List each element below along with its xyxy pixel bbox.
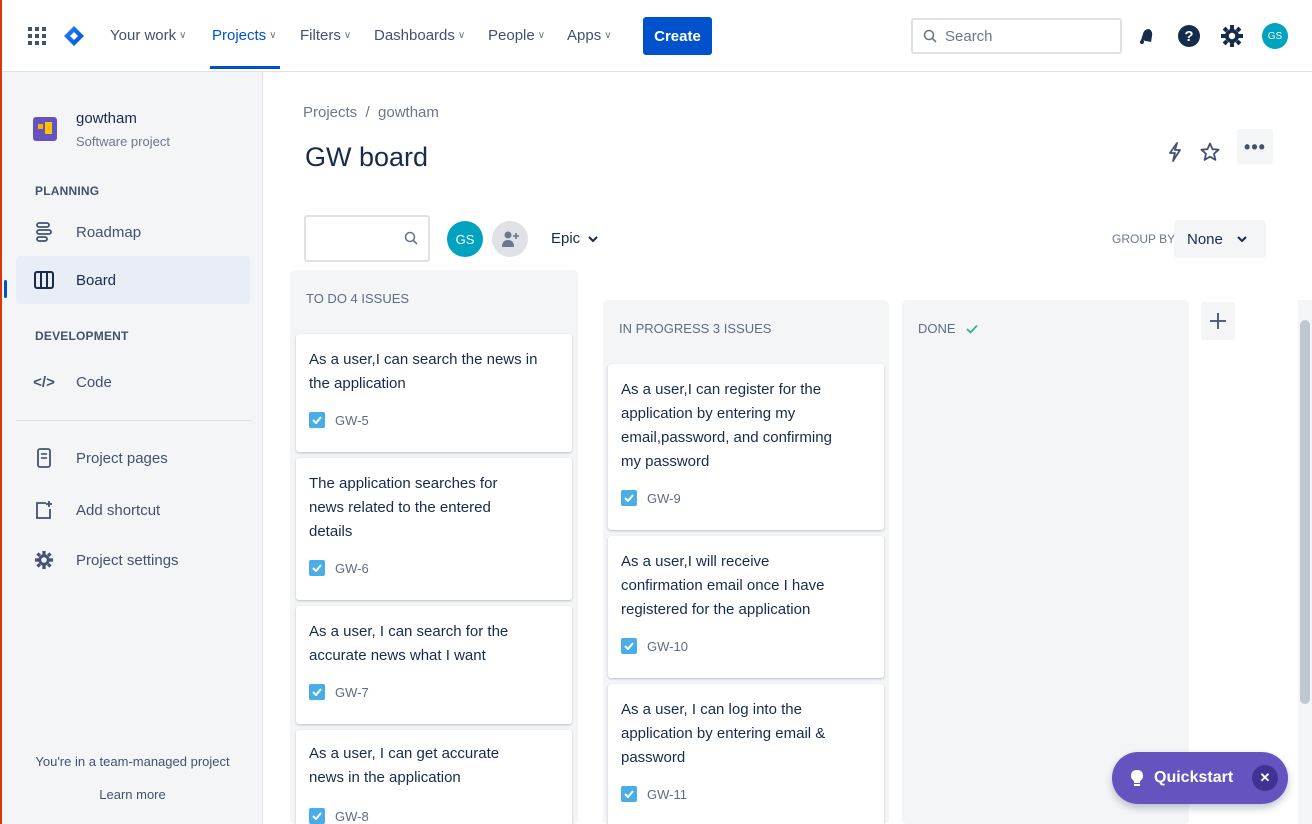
column-title-wrap: DONE [918,321,978,336]
vertical-scrollbar[interactable] [1298,300,1312,824]
chevron-down-icon [588,235,598,242]
story-checkbox-icon [309,684,325,700]
add-people-icon[interactable] [492,221,528,257]
nav-your-work[interactable]: Your work ∨ [110,27,186,44]
search-icon [923,29,937,43]
nav-dashboards[interactable]: Dashboards ∨ [374,27,465,44]
nav-apps[interactable]: Apps ∨ [567,27,612,44]
issue-key[interactable]: GW-9 [647,491,681,506]
project-avatar-icon [33,117,57,141]
create-button[interactable]: Create [643,17,712,55]
issue-key[interactable]: GW-11 [647,787,687,802]
sidebar: gowtham Software project PLANNING Roadma… [2,72,263,824]
roadmap-icon [34,222,54,242]
issue-key[interactable]: GW-5 [335,413,369,428]
issue-card[interactable]: As a user,I can search the news in the a… [296,334,572,452]
close-icon[interactable]: ✕ [1252,765,1278,791]
help-icon[interactable]: ? [1177,24,1201,48]
story-checkbox-icon [621,786,637,802]
add-shortcut-icon [34,500,54,520]
nav-active-indicator [210,66,280,69]
lightbulb-icon [1131,770,1143,786]
add-column-button[interactable] [1201,302,1235,340]
sidebar-divider [16,420,252,421]
chevron-down-icon: ∨ [179,30,187,41]
sidebar-item-board[interactable]: Board [16,256,250,304]
sidebar-item-project-settings[interactable]: Project settings [16,536,250,584]
user-avatar[interactable]: GS [1262,23,1288,49]
column-done: DONE [902,300,1189,824]
column-title: TO DO 4 ISSUES [306,291,410,306]
epic-filter-dropdown[interactable]: Epic [551,230,598,247]
sidebar-item-roadmap[interactable]: Roadmap [16,208,250,256]
group-by-select[interactable]: None [1174,220,1266,258]
issue-card[interactable]: The application searches for news relate… [296,458,572,600]
column-in-progress: IN PROGRESS 3 ISSUES As a user,I can reg… [603,300,889,824]
issue-card[interactable]: As a user,I can register for the applica… [608,364,884,530]
app-switcher-icon[interactable] [28,27,46,45]
issue-key[interactable]: GW-6 [335,561,369,576]
column-title: IN PROGRESS 3 ISSUES [619,321,772,336]
story-checkbox-icon [621,638,637,654]
chevron-down-icon: ∨ [457,30,466,41]
nav-projects[interactable]: Projects ∨ [212,27,277,44]
issue-card[interactable]: As a user, I can log into the applicatio… [608,684,884,824]
project-type: Software project [76,134,170,149]
board-icon [34,270,54,290]
development-section-label: DEVELOPMENT [35,329,129,343]
story-checkbox-icon [309,808,325,824]
code-icon: </> [33,373,55,391]
story-checkbox-icon [309,412,325,428]
nav-filters[interactable]: Filters ∨ [300,27,351,44]
svg-text:?: ? [1184,28,1193,45]
issue-key[interactable]: GW-7 [335,685,369,700]
sidebar-item-add-shortcut[interactable]: Add shortcut [16,486,250,534]
filter-user-avatar[interactable]: GS [447,221,483,257]
story-checkbox-icon [309,560,325,576]
search-icon [404,231,418,245]
page-icon [34,448,54,468]
issue-card[interactable]: As a user,I will receive confirmation em… [608,536,884,678]
active-item-marker [4,280,7,298]
settings-gear-icon[interactable] [1220,24,1244,48]
chevron-down-icon: ∨ [604,30,612,41]
settings-gear-icon [34,550,54,570]
notifications-icon[interactable] [1135,24,1159,48]
quickstart-button[interactable]: Quickstart ✕ [1112,752,1288,804]
issue-card[interactable]: As a user, I can search for the accurate… [296,606,572,724]
learn-more-link[interactable]: Learn more [2,787,263,802]
issue-key[interactable]: GW-8 [335,809,369,824]
issue-card[interactable]: As a user, I can get accurate news in th… [296,730,572,824]
chevron-down-icon: ∨ [537,30,546,41]
jira-logo-icon[interactable] [64,26,84,46]
star-icon[interactable] [1194,136,1226,168]
team-managed-note: You're in a team-managed project [35,754,230,769]
project-name[interactable]: gowtham [76,110,137,127]
issue-key[interactable]: GW-10 [647,639,688,654]
sidebar-item-code[interactable]: </> Code [16,358,250,406]
nav-people[interactable]: People ∨ [488,27,545,44]
breadcrumb[interactable]: Projects / gowtham [303,104,439,121]
chevron-down-icon: ∨ [269,30,277,41]
column-todo: TO DO 4 ISSUES As a user,I can search th… [290,270,578,824]
done-check-icon [965,324,978,334]
search-input[interactable] [945,27,1105,45]
chevron-down-icon [1237,236,1247,243]
story-checkbox-icon [621,490,637,506]
global-search[interactable] [911,18,1122,54]
more-dots-icon: ••• [1244,136,1266,157]
board-search-input[interactable] [314,229,394,245]
plus-icon [1210,313,1226,329]
planning-section-label: PLANNING [35,184,100,198]
chevron-down-icon: ∨ [343,30,352,41]
lightning-icon[interactable] [1159,136,1191,168]
page-title: GW board [305,142,429,172]
sidebar-item-project-pages[interactable]: Project pages [16,434,250,482]
group-by-label: GROUP BY [1112,232,1176,246]
column-title: DONE [918,321,956,336]
scrollbar-thumb[interactable] [1300,320,1310,704]
board-search[interactable] [304,215,430,262]
more-actions-button[interactable]: ••• [1237,129,1273,165]
top-navigation: Your work ∨ Projects ∨ Filters ∨ Dashboards… [2,0,1312,72]
